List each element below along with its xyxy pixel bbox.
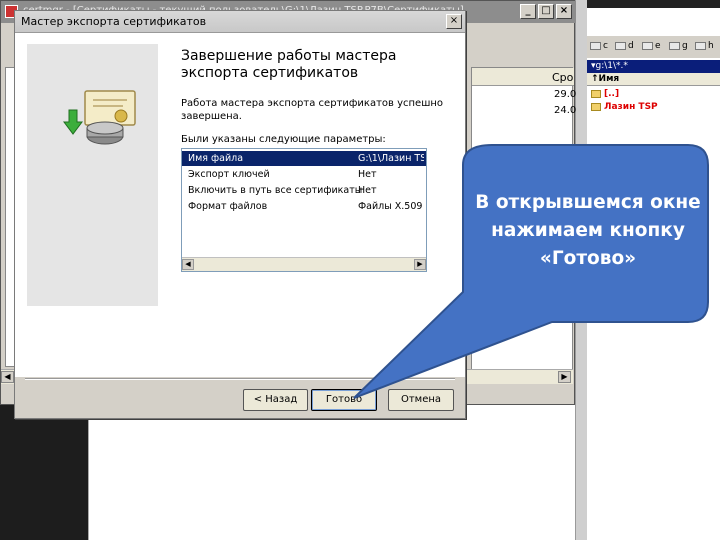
callout-text: В открывшемся окне нажимаем кнопку «Гото… [475,192,701,269]
